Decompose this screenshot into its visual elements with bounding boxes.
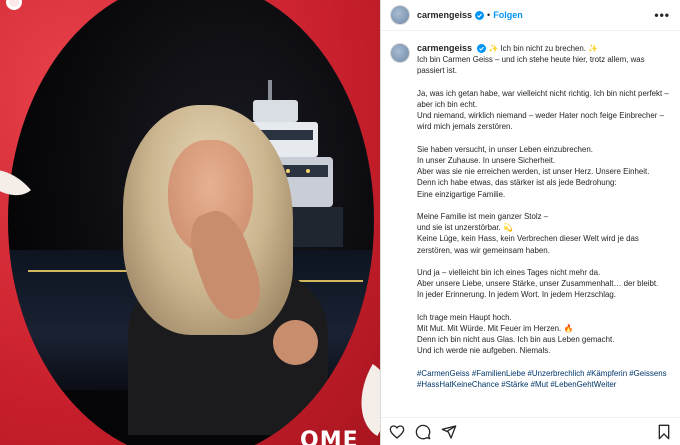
round-photo-frame <box>8 0 374 445</box>
caption-line: Ich bin Carmen Geiss – und ich stehe heu… <box>417 55 645 76</box>
avatar[interactable] <box>390 43 410 63</box>
caption-line: Denn ich bin nicht aus Glas. Ich bin aus… <box>417 335 615 345</box>
harbor-lights <box>28 270 138 272</box>
caption-line: Ja, was ich getan habe, war vielleicht n… <box>417 88 669 109</box>
follow-button[interactable]: Folgen <box>493 10 523 20</box>
caption-line: Und ich werde nie aufgeben. Niemals. <box>417 346 551 356</box>
caption-line: Eine einzigartige Familie. <box>417 189 506 199</box>
verified-badge-icon <box>477 44 487 54</box>
share-icon[interactable] <box>441 424 457 440</box>
caption-line: und sie ist unzerstörbar. 💫 <box>417 223 513 233</box>
hashtags[interactable]: #CarmenGeiss #FamilienLiebe #Unzerbrechl… <box>417 368 670 390</box>
caption-line: Aber was sie nie erreichen werden, ist u… <box>417 167 650 177</box>
caption-line: Und ja – vielleicht bin ich eines Tages … <box>417 268 601 277</box>
post-image[interactable]: OME <box>0 0 380 445</box>
harbor-lights <box>293 280 363 282</box>
more-options-icon[interactable]: ••• <box>654 8 670 22</box>
header-separator: • <box>487 10 491 20</box>
caption-area: carmengeiss ✨ Ich bin nicht zu brechen. … <box>381 31 680 417</box>
frame-text: OME <box>300 428 359 445</box>
caption-line: In jeder Erinnerung. In jedem Wort. In j… <box>417 290 616 300</box>
post-sidebar: carmengeiss • Folgen ••• carmengeiss ✨ I… <box>380 0 680 445</box>
caption-line: Ich trage mein Haupt hoch. <box>417 312 512 322</box>
instagram-post: OME carmengeiss • Folgen ••• carmengeiss <box>0 0 680 445</box>
caption-line: Mit Mut. Mit Würde. Mit Feuer im Herzen.… <box>417 324 574 333</box>
caption-line: Denn ich habe etwas, das stärker ist als… <box>417 178 617 188</box>
avatar[interactable] <box>390 5 410 25</box>
woman-hand <box>273 320 318 365</box>
verified-badge-icon <box>475 10 485 20</box>
caption-first-line: ✨ Ich bin nicht zu brechen. ✨ <box>488 44 599 53</box>
caption-username[interactable]: carmengeiss <box>417 43 472 53</box>
caption-line: Sie haben versucht, in unser Leben einzu… <box>417 144 593 154</box>
heart-icon[interactable] <box>389 424 405 440</box>
caption-line: In unser Zuhause. In unsere Sicherheit. <box>417 156 556 165</box>
caption-line: Meine Familie ist mein ganzer Stolz – <box>417 212 549 221</box>
post-header: carmengeiss • Folgen ••• <box>381 0 680 31</box>
caption-text: carmengeiss ✨ Ich bin nicht zu brechen. … <box>417 43 670 390</box>
header-username[interactable]: carmengeiss <box>417 10 472 20</box>
bookmark-icon[interactable] <box>656 424 672 440</box>
caption-line: Aber unsere Liebe, unsere Stärke, unser … <box>417 279 659 289</box>
comment-icon[interactable] <box>415 424 431 440</box>
caption-line: Und niemand, wirklich niemand – weder Ha… <box>417 111 664 132</box>
caption-line: Keine Lüge, kein Hass, kein Verbrechen d… <box>417 234 639 255</box>
action-bar <box>381 417 680 445</box>
